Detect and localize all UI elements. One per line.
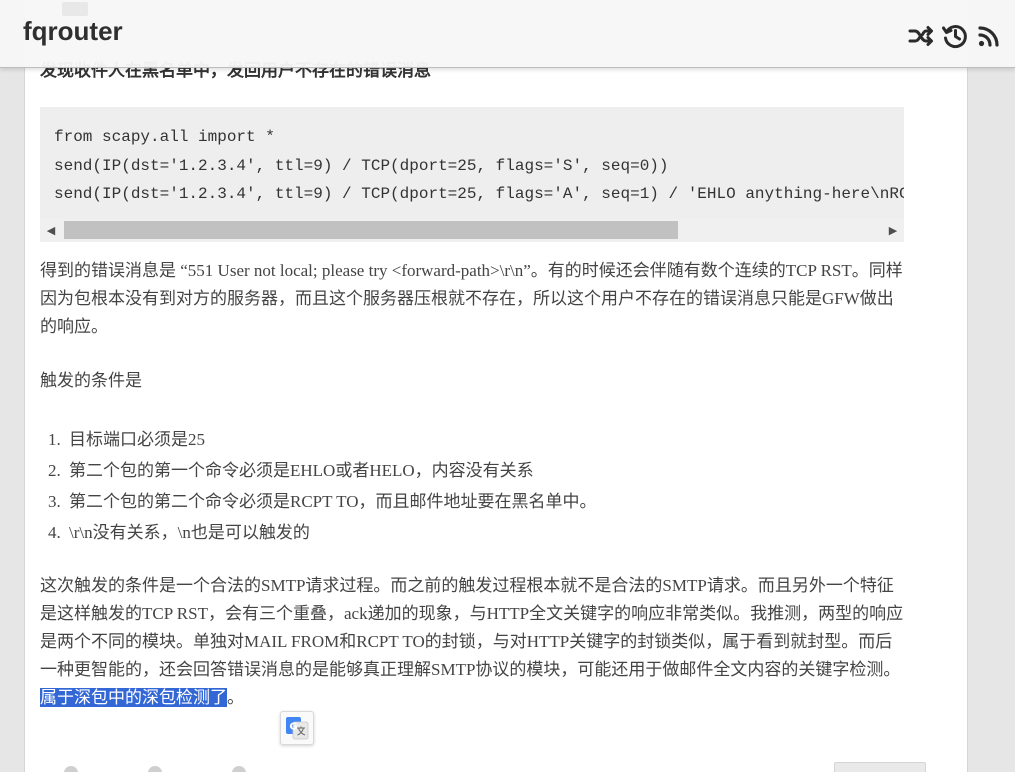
code-line: from scapy.all import * [54,128,275,146]
list-number: 2. [48,461,61,480]
history-icon[interactable] [941,22,969,50]
code-line: send(IP(dst='1.2.3.4', ttl=9) / TCP(dpor… [54,156,669,175]
scroll-right-arrow-icon[interactable]: ▶ [882,219,904,241]
top-bar: fqrouter [0,0,1015,68]
code-block: from scapy.all import * send(IP(dst='1.2.… [40,107,904,242]
list-item: 4. \r\n没有关系，\n也是可以触发的 [48,517,597,548]
list-item: 2. 第二个包的第一个命令必须是EHLO或者HELO，内容没有关系 [48,455,597,486]
selected-text[interactable]: 属于深包中的深包检测了 [40,688,227,707]
google-translate-button[interactable]: G [280,711,314,745]
error-message-paragraph: 得到的错误消息是 “551 User not local; please try… [40,261,903,336]
hidden-tab-edge [62,2,88,16]
summary-end: 。 [227,688,244,707]
code-line: send(IP(dst='1.2.3.4', ttl=9) / TCP(dpor… [54,185,904,203]
list-text: 第二个包的第二个命令必须是RCPT TO，而且邮件地址要在黑名单中。 [69,492,597,511]
list-number: 1. [48,430,61,449]
header-icons [907,22,1003,50]
svg-text:G: G [289,722,297,733]
code-lines: from scapy.all import * send(IP(dst='1.2.… [54,123,904,209]
post-meta-icons [64,766,246,772]
scroll-left-arrow-icon[interactable]: ◀ [40,219,62,241]
meta-icon [232,766,246,772]
list-text: \r\n没有关系，\n也是可以触发的 [69,523,310,542]
trigger-conditions-heading: 触发的条件是 [40,371,142,390]
meta-icon [148,766,162,772]
meta-icon [64,766,78,772]
page-background: fqrouter 发现收件人在黑名单中，发回用户不存在的错误消息 from sc… [0,0,1015,772]
summary-paragraph: 这次触发的条件是一个合法的SMTP请求过程。而之前的触发过程根本就不是合法的SM… [40,572,906,712]
rss-icon[interactable] [975,22,1003,50]
code-horizontal-scrollbar[interactable]: ◀ ▶ [40,219,904,241]
site-title[interactable]: fqrouter [23,16,123,47]
list-item: 3. 第二个包的第二个命令必须是RCPT TO，而且邮件地址要在黑名单中。 [48,486,597,517]
conditions-list: 1. 目标端口必须是25 2. 第二个包的第一个命令必须是EHLO或者HELO，内容… [48,424,597,548]
summary-text: 这次触发的条件是一个合法的SMTP请求过程。而之前的触发过程根本就不是合法的SM… [40,576,904,679]
list-number: 3. [48,492,61,511]
list-number: 4. [48,523,61,542]
list-text: 第二个包的第一个命令必须是EHLO或者HELO，内容没有关系 [69,461,534,480]
list-text: 目标端口必须是25 [69,430,205,449]
share-button[interactable] [834,762,926,772]
shuffle-icon[interactable] [907,22,935,50]
scrollbar-thumb[interactable] [64,221,678,239]
list-item: 1. 目标端口必须是25 [48,424,597,455]
google-translate-icon: G [286,717,309,740]
